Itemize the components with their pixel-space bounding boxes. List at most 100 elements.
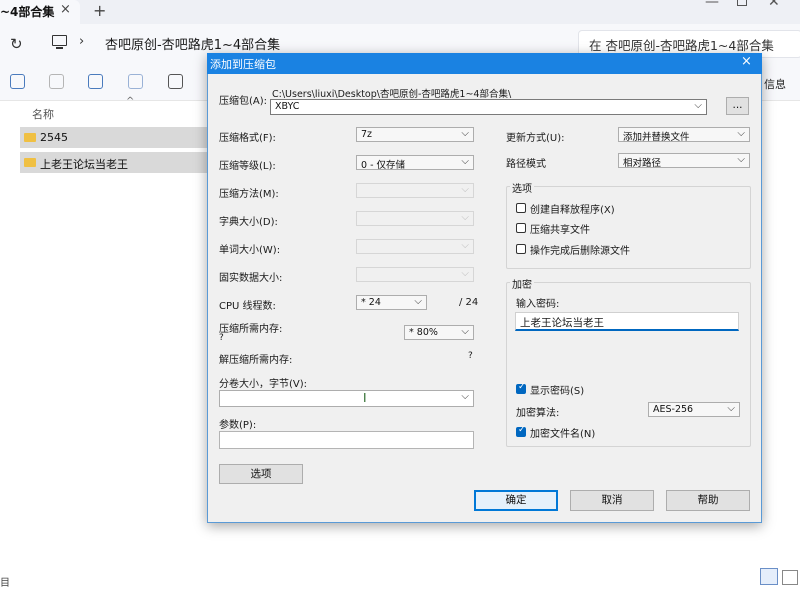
memory-usage-value: * 80% xyxy=(409,327,438,338)
list-item-name: 上老王论坛当老王 xyxy=(40,158,128,171)
memory-usage-select[interactable]: * 80% ⌵ xyxy=(404,325,474,340)
dictionary-select[interactable]: ⌵ xyxy=(356,211,474,226)
chevron-down-icon: ⌵ xyxy=(461,326,469,337)
maximize-icon[interactable] xyxy=(737,0,747,6)
share-icon[interactable] xyxy=(128,74,143,89)
chevron-down-icon: ⌵ xyxy=(694,100,702,111)
details-button-label[interactable]: 信息 xyxy=(764,76,786,92)
password-label: 输入密码: xyxy=(516,299,560,310)
chevron-down-icon: ⌵ xyxy=(461,391,469,402)
ok-button[interactable]: 确定 xyxy=(474,490,558,511)
word-size-select[interactable]: ⌵ xyxy=(356,239,474,254)
path-mode-value: 相对路径 xyxy=(623,158,662,168)
column-header-name[interactable]: 名称 xyxy=(32,106,54,122)
show-password-checkbox[interactable] xyxy=(516,382,526,394)
dialog-title: 添加到压缩包 xyxy=(210,58,276,71)
window-close-icon[interactable]: ✕ xyxy=(768,0,780,10)
path-mode-select[interactable]: 相对路径 ⌵ xyxy=(618,153,750,168)
tab-close-icon[interactable]: × xyxy=(60,2,71,17)
solid-size-select[interactable]: ⌵ xyxy=(356,267,474,282)
chevron-right-icon[interactable]: › xyxy=(270,34,275,49)
details-view-icon[interactable] xyxy=(760,568,778,585)
refresh-icon[interactable]: ↻ xyxy=(10,35,23,53)
rename-icon[interactable] xyxy=(88,74,103,89)
chevron-down-icon: ⌵ xyxy=(414,296,422,307)
update-mode-value: 添加并替换文件 xyxy=(623,132,690,142)
folder-icon xyxy=(24,158,36,167)
folder-icon xyxy=(24,133,36,142)
chevron-down-icon: ⌵ xyxy=(461,156,469,167)
encryption-method-value: AES-256 xyxy=(653,404,694,415)
cpu-threads-value: * 24 xyxy=(361,297,381,308)
level-label: 压缩等级(L): xyxy=(219,161,276,172)
this-pc-icon[interactable] xyxy=(52,35,67,46)
delete-icon[interactable] xyxy=(168,74,183,89)
help-button[interactable]: 帮助 xyxy=(666,490,750,511)
sort-ascending-icon: ^ xyxy=(126,96,135,107)
this-pc-icon-stand xyxy=(56,47,63,49)
tab-bar xyxy=(0,0,800,24)
status-bar-text: 目 xyxy=(0,578,10,589)
encryption-group-title: 加密 xyxy=(510,276,534,291)
paste-icon[interactable] xyxy=(49,74,64,89)
encryption-method-select[interactable]: AES-256 ⌵ xyxy=(648,402,740,417)
cpu-threads-label: CPU 线程数: xyxy=(219,301,276,312)
chevron-down-icon: ⌵ xyxy=(461,268,469,279)
parameters-label: 参数(P): xyxy=(219,420,257,431)
cancel-button[interactable]: 取消 xyxy=(570,490,654,511)
options-group-title: 选项 xyxy=(510,180,534,195)
chevron-down-icon: ⌵ xyxy=(461,128,469,139)
level-value: 0 - 仅存储 xyxy=(361,160,406,170)
chevron-down-icon: ⌵ xyxy=(727,403,735,414)
chevron-down-icon: ⌵ xyxy=(461,184,469,195)
chevron-down-icon: ⌵ xyxy=(737,128,745,139)
chevron-right-icon[interactable]: › xyxy=(79,34,84,49)
dictionary-label: 字典大小(D): xyxy=(219,217,278,228)
decompress-memory-label: 解压缩所需内存: xyxy=(219,355,293,366)
update-mode-select[interactable]: 添加并替换文件 ⌵ xyxy=(618,127,750,142)
chevron-down-icon: ⌵ xyxy=(737,154,745,165)
sfx-label: 创建自释放程序(X) xyxy=(530,205,615,216)
memory-label: 压缩所需内存: xyxy=(219,324,283,335)
parameters-input[interactable] xyxy=(219,431,474,449)
solid-size-label: 固实数据大小: xyxy=(219,273,283,284)
level-select[interactable]: 0 - 仅存储 ⌵ xyxy=(356,155,474,170)
format-label: 压缩格式(F): xyxy=(219,133,276,144)
dialog-titlebar[interactable] xyxy=(207,53,762,74)
text-cursor-icon: I xyxy=(363,391,367,405)
show-password-label: 显示密码(S) xyxy=(530,386,585,397)
sfx-checkbox[interactable] xyxy=(516,203,526,213)
cpu-threads-total: / 24 xyxy=(459,297,479,308)
archive-path: C:\Users\liuxi\Desktop\杏吧原创-杏吧路虎1~4部合集\ xyxy=(272,89,512,100)
archive-name-combo[interactable]: XBYC ⌵ xyxy=(270,99,707,115)
archive-name-value: XBYC xyxy=(275,101,300,112)
split-volume-combo[interactable]: I ⌵ xyxy=(219,390,474,407)
encrypt-filenames-checkbox[interactable] xyxy=(516,425,526,437)
shared-files-label: 压缩共享文件 xyxy=(530,225,590,236)
method-select[interactable]: ⌵ xyxy=(356,183,474,198)
shared-files-checkbox[interactable] xyxy=(516,223,526,233)
encryption-method-label: 加密算法: xyxy=(516,408,560,419)
search-placeholder: 在 杏吧原创-杏吧路虎1~4部合集 xyxy=(589,38,774,53)
word-size-label: 单词大小(W): xyxy=(219,245,281,256)
split-volume-label: 分卷大小，字节(V): xyxy=(219,379,308,390)
update-mode-label: 更新方式(U): xyxy=(506,133,565,144)
dialog-close-icon[interactable]: × xyxy=(741,54,752,69)
path-mode-label: 路径模式 xyxy=(506,159,546,170)
chevron-down-icon: ⌵ xyxy=(461,212,469,223)
new-tab-button[interactable]: + xyxy=(93,1,106,20)
format-select[interactable]: 7z ⌵ xyxy=(356,127,474,142)
delete-after-checkbox[interactable] xyxy=(516,244,526,254)
browse-button[interactable]: ... xyxy=(726,97,749,115)
breadcrumb-folder[interactable]: 杏吧原创-杏吧路虎1~4部合集 xyxy=(105,34,280,53)
copy-icon[interactable] xyxy=(10,74,25,89)
chevron-down-icon: ⌵ xyxy=(461,240,469,251)
password-input[interactable]: 上老王论坛当老王 xyxy=(515,312,739,331)
cpu-threads-select[interactable]: * 24 ⌵ xyxy=(356,295,427,310)
minimize-icon[interactable]: — xyxy=(705,0,719,10)
delete-after-label: 操作完成后删除源文件 xyxy=(530,246,630,257)
tiles-view-icon[interactable] xyxy=(782,570,798,585)
options-button[interactable]: 选项 xyxy=(219,464,303,484)
encrypt-filenames-label: 加密文件名(N) xyxy=(530,429,596,440)
decompress-memory-value: ? xyxy=(468,351,473,361)
